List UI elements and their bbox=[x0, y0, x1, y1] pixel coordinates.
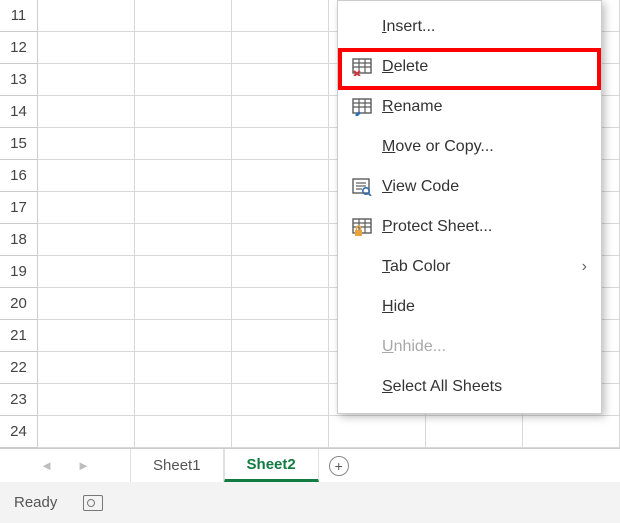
cell[interactable] bbox=[135, 352, 232, 384]
menu-protect-sheet[interactable]: Protect Sheet... bbox=[338, 207, 601, 247]
menu-select-all-sheets[interactable]: Select All Sheets bbox=[338, 367, 601, 407]
row-header[interactable]: 18 bbox=[0, 224, 38, 256]
cell[interactable] bbox=[38, 64, 135, 96]
view-code-icon bbox=[352, 178, 382, 196]
cell[interactable] bbox=[38, 128, 135, 160]
cell[interactable] bbox=[232, 192, 329, 224]
cell[interactable] bbox=[232, 320, 329, 352]
cell[interactable] bbox=[38, 224, 135, 256]
cell[interactable] bbox=[329, 416, 426, 448]
cell[interactable] bbox=[135, 128, 232, 160]
row-header[interactable]: 23 bbox=[0, 384, 38, 416]
cell[interactable] bbox=[38, 32, 135, 64]
menu-insert[interactable]: Insert... bbox=[338, 7, 601, 47]
cell[interactable] bbox=[232, 64, 329, 96]
menu-label: Insert... bbox=[382, 18, 587, 36]
cell[interactable] bbox=[38, 0, 135, 32]
cell[interactable] bbox=[135, 320, 232, 352]
protect-sheet-icon bbox=[352, 218, 382, 236]
cell[interactable] bbox=[232, 0, 329, 32]
status-ready: Ready bbox=[14, 494, 57, 511]
cell[interactable] bbox=[135, 224, 232, 256]
row-header[interactable]: 19 bbox=[0, 256, 38, 288]
cell[interactable] bbox=[135, 384, 232, 416]
menu-unhide: Unhide... bbox=[338, 327, 601, 367]
tab-nav: ◄ ► bbox=[0, 449, 130, 482]
cell[interactable] bbox=[232, 384, 329, 416]
cell[interactable] bbox=[523, 416, 620, 448]
cell[interactable] bbox=[135, 64, 232, 96]
cell[interactable] bbox=[38, 256, 135, 288]
menu-label: Hide bbox=[382, 298, 587, 316]
row-header[interactable]: 24 bbox=[0, 416, 38, 448]
cell[interactable] bbox=[38, 288, 135, 320]
cell[interactable] bbox=[38, 416, 135, 448]
cell[interactable] bbox=[232, 160, 329, 192]
plus-icon: + bbox=[329, 456, 349, 476]
cell[interactable] bbox=[135, 96, 232, 128]
menu-label: Tab Color bbox=[382, 258, 582, 276]
cell[interactable] bbox=[38, 352, 135, 384]
tab-next-icon[interactable]: ► bbox=[77, 458, 90, 473]
cell[interactable] bbox=[38, 160, 135, 192]
menu-move-or-copy[interactable]: Move or Copy... bbox=[338, 127, 601, 167]
cell[interactable] bbox=[232, 96, 329, 128]
cell[interactable] bbox=[135, 160, 232, 192]
menu-label: Unhide... bbox=[382, 338, 587, 356]
row-header[interactable]: 14 bbox=[0, 96, 38, 128]
menu-label: Rename bbox=[382, 98, 587, 116]
menu-tab-color[interactable]: Tab Color › bbox=[338, 247, 601, 287]
tab-sheet2[interactable]: Sheet2 bbox=[224, 449, 319, 482]
menu-label: Move or Copy... bbox=[382, 138, 587, 156]
row-header[interactable]: 13 bbox=[0, 64, 38, 96]
menu-hide[interactable]: Hide bbox=[338, 287, 601, 327]
menu-delete[interactable]: Delete bbox=[338, 47, 601, 87]
row-header[interactable]: 21 bbox=[0, 320, 38, 352]
cell[interactable] bbox=[38, 192, 135, 224]
menu-label: View Code bbox=[382, 178, 587, 196]
cell[interactable] bbox=[232, 224, 329, 256]
cell[interactable] bbox=[232, 416, 329, 448]
delete-sheet-icon bbox=[352, 58, 382, 76]
row-header[interactable]: 11 bbox=[0, 0, 38, 32]
menu-label: Protect Sheet... bbox=[382, 218, 587, 236]
cell[interactable] bbox=[426, 416, 523, 448]
menu-view-code[interactable]: View Code bbox=[338, 167, 601, 207]
row-header[interactable]: 12 bbox=[0, 32, 38, 64]
cell[interactable] bbox=[135, 0, 232, 32]
cell[interactable] bbox=[232, 128, 329, 160]
cell[interactable] bbox=[135, 256, 232, 288]
add-sheet-button[interactable]: + bbox=[319, 449, 359, 482]
row-header[interactable]: 20 bbox=[0, 288, 38, 320]
cell[interactable] bbox=[38, 320, 135, 352]
tabs: Sheet1 Sheet2 bbox=[130, 449, 319, 482]
cell[interactable] bbox=[232, 32, 329, 64]
rename-sheet-icon bbox=[352, 98, 382, 116]
cell[interactable] bbox=[135, 32, 232, 64]
cell[interactable] bbox=[38, 96, 135, 128]
submenu-arrow-icon: › bbox=[582, 258, 587, 276]
row-header[interactable]: 17 bbox=[0, 192, 38, 224]
cell[interactable] bbox=[135, 288, 232, 320]
row-header[interactable]: 15 bbox=[0, 128, 38, 160]
sheet-context-menu: Insert... Delete bbox=[337, 0, 602, 414]
cell[interactable] bbox=[135, 416, 232, 448]
tab-sheet1[interactable]: Sheet1 bbox=[130, 449, 224, 482]
row-header[interactable]: 22 bbox=[0, 352, 38, 384]
row-header[interactable]: 16 bbox=[0, 160, 38, 192]
cell[interactable] bbox=[232, 352, 329, 384]
menu-label: Select All Sheets bbox=[382, 378, 587, 396]
cell[interactable] bbox=[135, 192, 232, 224]
sheet-tab-bar: ◄ ► Sheet1 Sheet2 + bbox=[0, 448, 620, 482]
cell[interactable] bbox=[38, 384, 135, 416]
grid-row: 24 bbox=[0, 416, 620, 448]
cell[interactable] bbox=[232, 288, 329, 320]
cell[interactable] bbox=[232, 256, 329, 288]
macro-record-icon[interactable] bbox=[83, 495, 103, 511]
menu-label: Delete bbox=[382, 58, 587, 76]
tab-prev-icon[interactable]: ◄ bbox=[40, 458, 53, 473]
status-bar: Ready bbox=[0, 482, 620, 523]
menu-rename[interactable]: Rename bbox=[338, 87, 601, 127]
